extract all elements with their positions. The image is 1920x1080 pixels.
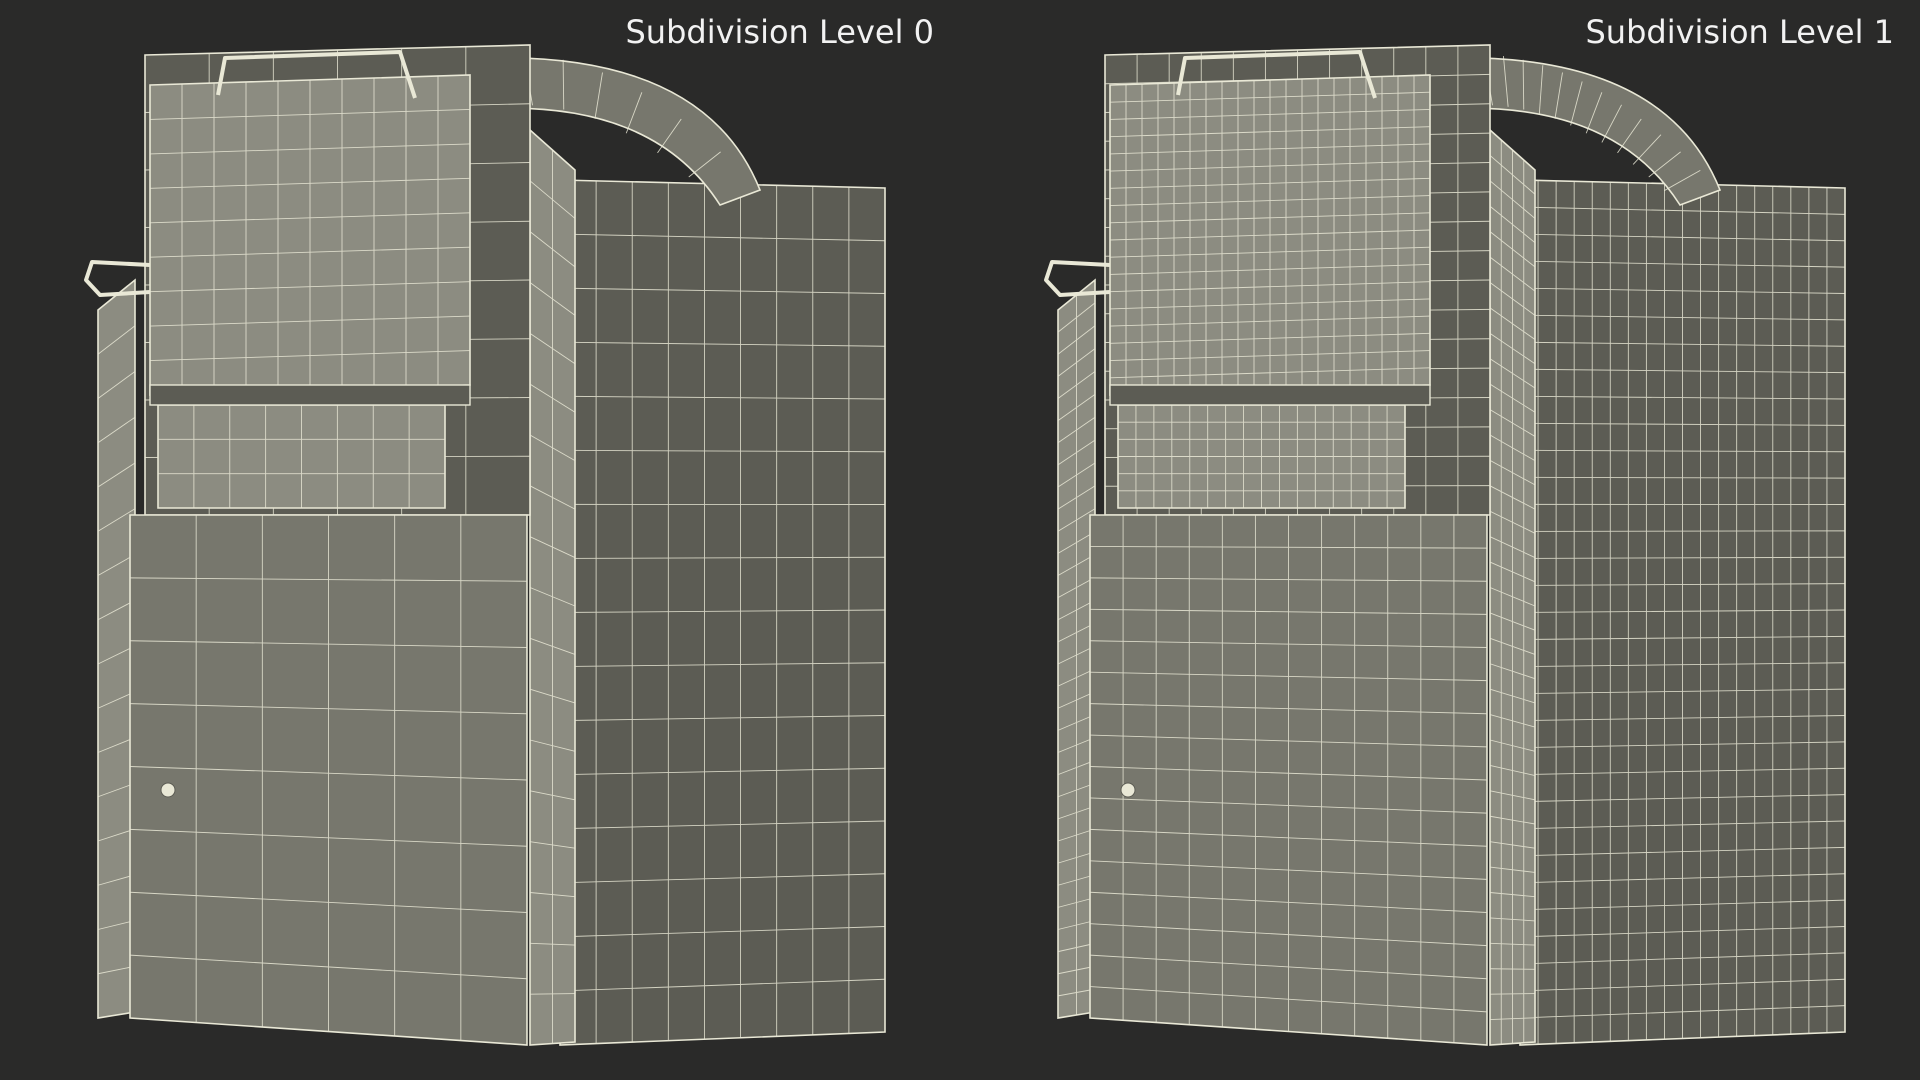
- mailbox-wireframe-level-1: [1044, 44, 1846, 1046]
- level-1-side-latch: [1044, 260, 1111, 297]
- level-1-flap-shadow: [1109, 384, 1431, 406]
- mailbox-wireframe-level-0: [84, 44, 886, 1046]
- level-1-lock: [1120, 782, 1136, 798]
- level-0-lock: [160, 782, 176, 798]
- level-0-flap-shadow: [149, 384, 471, 406]
- render-viewport: Subdivision Level 0 Subdivision Level 1: [0, 0, 1920, 1080]
- level-0-side-latch: [84, 260, 151, 297]
